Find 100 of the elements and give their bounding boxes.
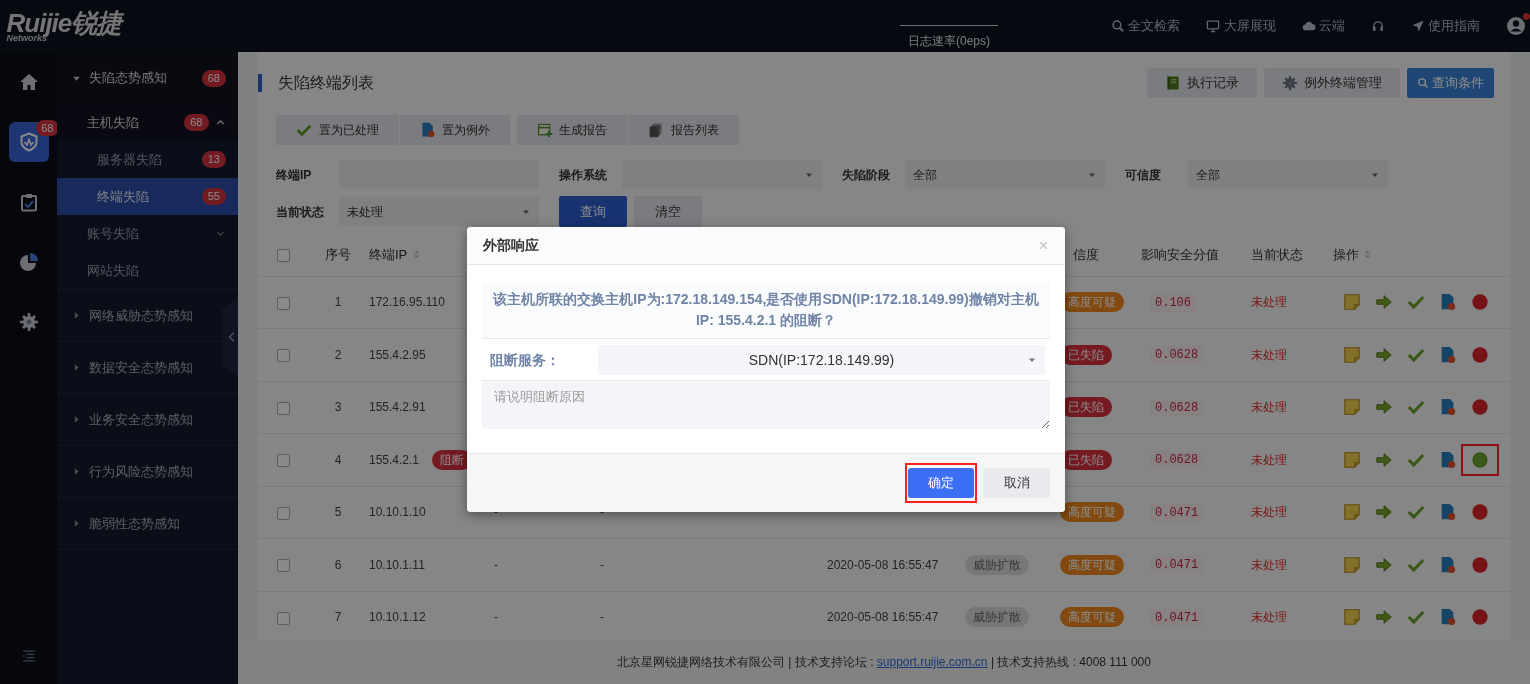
document-icon[interactable] (1439, 555, 1457, 574)
arrow-right-icon[interactable] (1375, 398, 1393, 417)
confirm-button[interactable]: 确定 (907, 467, 974, 498)
stack-icon (648, 122, 664, 138)
filter-label: 操作系统 (559, 166, 608, 184)
select-all-checkbox[interactable] (276, 249, 290, 263)
note-icon[interactable] (1343, 555, 1361, 574)
menu-section[interactable]: 脆弱性态势感知 (57, 498, 238, 550)
column-header[interactable]: 终端IP (369, 245, 408, 265)
filter-select[interactable]: 全部 (1188, 160, 1388, 189)
pie-chart-icon (18, 252, 39, 272)
document-icon[interactable] (1439, 608, 1457, 627)
note-icon[interactable] (1343, 503, 1361, 522)
close-icon[interactable] (1038, 240, 1049, 251)
table-cell: 3 (334, 400, 342, 415)
column-header[interactable]: 操作 (1333, 245, 1359, 265)
menu-item[interactable]: 终端失陷 55 (57, 178, 238, 215)
note-icon[interactable] (1343, 608, 1361, 627)
note-icon[interactable] (1343, 398, 1361, 417)
table-cell: - (494, 505, 498, 520)
table-cell: - (494, 610, 498, 625)
check-icon[interactable] (1407, 293, 1425, 312)
service-select[interactable]: SDN(IP:172.18.149.99) (598, 345, 1045, 375)
arrow-right-icon[interactable] (1375, 293, 1393, 312)
note-icon[interactable] (1343, 345, 1361, 364)
table-cell: 5 (334, 505, 342, 520)
header-button[interactable]: 例外终端管理 (1263, 68, 1401, 98)
filter-label: 可信度 (1125, 166, 1162, 184)
score-value: 0.0628 (1150, 451, 1204, 470)
menu-section[interactable]: 失陷态势感知 68 (57, 52, 238, 104)
table-cell-text: 155.4.2.1 (369, 451, 420, 469)
send-link[interactable]: 使用指南 (1410, 16, 1480, 36)
arrow-right-icon[interactable] (1375, 345, 1393, 364)
log-rate-label: 日志速率(0eps) (908, 32, 990, 50)
table-cell-text: 10.10.1.12 (369, 609, 426, 627)
header-button[interactable]: 执行记录 (1146, 68, 1258, 98)
count-badge: 68 (36, 120, 59, 136)
row-checkbox[interactable] (276, 506, 290, 520)
note-icon[interactable] (1343, 293, 1361, 312)
send-icon (1410, 19, 1425, 33)
check-icon[interactable] (1407, 398, 1425, 417)
filter-select[interactable]: 全部 (905, 160, 1105, 189)
cancel-button[interactable]: 取消 (983, 467, 1050, 498)
toolbar-button[interactable]: 置为例外 (399, 115, 510, 145)
document-icon[interactable] (1439, 293, 1457, 312)
block-status-dot-icon[interactable] (1471, 503, 1489, 522)
block-status-dot-icon[interactable] (1471, 293, 1489, 312)
settings-icon (1281, 75, 1298, 91)
menu-item[interactable]: 网站失陷 (57, 252, 238, 289)
shield-icon (18, 132, 39, 152)
toolbar-button[interactable]: 生成报告 (516, 115, 627, 145)
monitor-link[interactable]: 大屏展现 (1206, 16, 1276, 36)
row-checkbox[interactable] (276, 296, 290, 310)
arrow-right-icon[interactable] (1375, 555, 1393, 574)
row-checkbox[interactable] (276, 611, 290, 625)
search-button[interactable]: 查询 (559, 196, 627, 227)
menu-section[interactable]: 业务安全态势感知 (57, 394, 238, 446)
headset-icon[interactable] (1370, 19, 1385, 33)
toolbar-button[interactable]: 置为已处理 (276, 115, 399, 145)
reason-field[interactable]: 请说明阻断原因 (482, 381, 1050, 429)
row-checkbox[interactable] (276, 401, 290, 415)
column-header: 信度 (1073, 246, 1099, 264)
block-status-dot-icon[interactable] (1471, 450, 1489, 469)
header-button[interactable]: 查询条件 (1406, 68, 1494, 98)
table-cell: 4 (334, 452, 342, 467)
support-link[interactable]: support.ruijie.com.cn (876, 655, 988, 669)
arrow-right-icon[interactable] (1375, 608, 1393, 627)
check-icon[interactable] (1407, 503, 1425, 522)
user-avatar-icon[interactable] (1506, 16, 1526, 37)
block-status-dot-icon[interactable] (1471, 608, 1489, 627)
block-status-dot-icon[interactable] (1471, 555, 1489, 574)
document-icon[interactable] (1439, 503, 1457, 522)
menu-collapse-icon[interactable] (20, 648, 37, 664)
menu-section[interactable]: 行为风险态势感知 (57, 446, 238, 498)
block-status-dot-icon[interactable] (1471, 345, 1489, 364)
cloud-link[interactable]: 云端 (1301, 16, 1345, 36)
arrow-right-icon[interactable] (1375, 503, 1393, 522)
block-status-dot-icon[interactable] (1471, 398, 1489, 417)
arrow-right-icon[interactable] (1375, 450, 1393, 469)
table-cell: - (600, 505, 604, 520)
filter-select[interactable]: 未处理 (339, 197, 539, 226)
table-cell-text: 155.4.2.91 (369, 399, 426, 417)
document-icon[interactable] (1439, 450, 1457, 469)
menu-item[interactable]: 主机失陷 68 (57, 104, 238, 141)
document-icon[interactable] (1439, 345, 1457, 364)
toolbar-button[interactable]: 报告列表 (628, 115, 739, 145)
row-checkbox[interactable] (276, 454, 290, 468)
document-icon[interactable] (1439, 398, 1457, 417)
note-icon[interactable] (1343, 450, 1361, 469)
clear-button[interactable]: 清空 (633, 196, 702, 227)
menu-item[interactable]: 账号失陷 (57, 215, 238, 252)
row-checkbox[interactable] (276, 559, 290, 573)
row-checkbox[interactable] (276, 349, 290, 363)
stage-tag: 威胁扩散 (965, 607, 1029, 628)
search-link[interactable]: 全文检索 (1111, 16, 1181, 36)
score-value: 0.0471 (1150, 556, 1204, 575)
check-icon[interactable] (1407, 608, 1425, 627)
count-badge: 68 (201, 69, 226, 87)
menu-item[interactable]: 服务器失陷 13 (57, 141, 238, 178)
monitor-icon (1206, 19, 1221, 33)
